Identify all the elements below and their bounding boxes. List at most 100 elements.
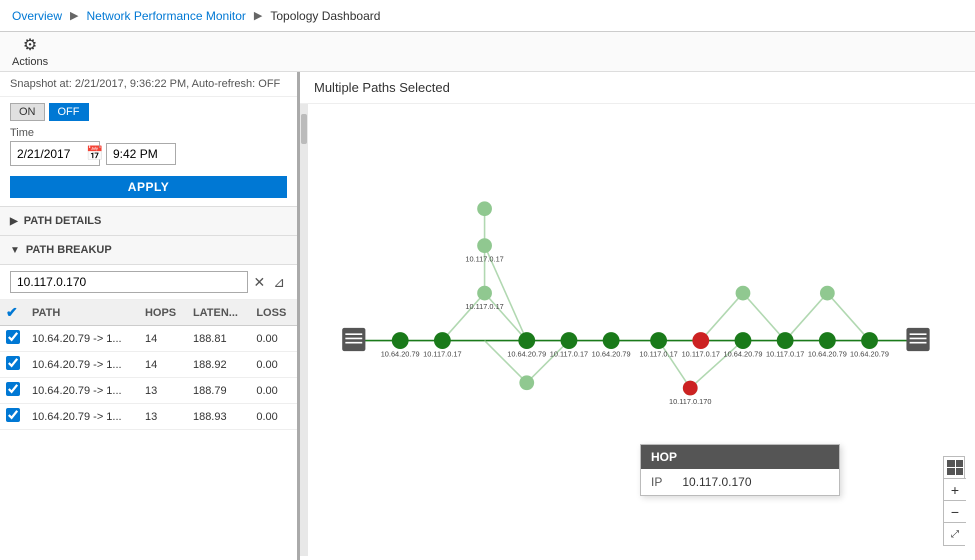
- breadcrumb-sep-1: ▶: [70, 9, 78, 22]
- breadcrumb-sep-2: ▶: [254, 9, 262, 22]
- actions-button[interactable]: ⚙ Actions: [12, 35, 48, 68]
- toggle-on-btn[interactable]: ON: [10, 103, 45, 121]
- svg-text:10.117.0.17: 10.117.0.17: [766, 349, 804, 358]
- row-checkbox[interactable]: [6, 382, 20, 396]
- date-input[interactable]: [17, 147, 82, 161]
- node-branch-6[interactable]: [736, 286, 751, 301]
- node-1[interactable]: [392, 332, 409, 349]
- zoom-in-button[interactable]: +: [944, 479, 966, 501]
- svg-text:10.117.0.170: 10.117.0.170: [669, 397, 712, 406]
- node-branch-7[interactable]: [820, 286, 835, 301]
- path-table: ✔ PATH HOPS LATEN... LOSS 10.64.20.79 ->…: [0, 300, 297, 430]
- node-9[interactable]: [819, 332, 836, 349]
- actions-label: Actions: [12, 56, 48, 68]
- row-checkbox[interactable]: [6, 330, 20, 344]
- node-3[interactable]: [518, 332, 535, 349]
- breadcrumb-topology: Topology Dashboard: [270, 9, 380, 23]
- topology-canvas[interactable]: 10.64.20.79 10.117.0.17 10.117.0.17 10.1…: [300, 104, 975, 556]
- svg-text:10.117.0.17: 10.117.0.17: [639, 349, 677, 358]
- path-details-header[interactable]: ▶ PATH DETAILS: [0, 207, 297, 236]
- hop-label: IP: [651, 475, 662, 489]
- row-path: 10.64.20.79 -> 1...: [26, 352, 139, 378]
- svg-text:10.117.0.17: 10.117.0.17: [550, 349, 588, 358]
- row-check-cell[interactable]: [0, 352, 26, 378]
- node-branch-1[interactable]: [477, 286, 492, 301]
- row-checkbox[interactable]: [6, 408, 20, 422]
- node-8[interactable]: [777, 332, 794, 349]
- path-breakup-header[interactable]: ▼ PATH BREAKUP: [0, 236, 297, 265]
- svg-text:10.117.0.17: 10.117.0.17: [465, 254, 503, 263]
- filter-input[interactable]: [10, 271, 248, 293]
- toggle-row: ON OFF: [0, 97, 297, 123]
- row-check-cell[interactable]: [0, 326, 26, 352]
- actions-icon: ⚙: [23, 35, 37, 55]
- zoom-controls: + − ⤢: [943, 456, 965, 546]
- node-branch-2[interactable]: [477, 238, 492, 253]
- row-loss: 0.00: [250, 352, 297, 378]
- node-red-1[interactable]: [692, 332, 709, 349]
- row-loss: 0.00: [250, 404, 297, 430]
- svg-text:10.117.0.17: 10.117.0.17: [465, 302, 503, 311]
- snapshot-bar: Snapshot at: 2/21/2017, 9:36:22 PM, Auto…: [0, 72, 297, 97]
- filter-funnel-btn[interactable]: ⊿: [271, 272, 287, 293]
- zoom-out-button[interactable]: −: [944, 501, 966, 523]
- svg-text:10.117.0.17: 10.117.0.17: [423, 349, 461, 358]
- col-check: ✔: [0, 300, 26, 326]
- node-4[interactable]: [561, 332, 578, 349]
- time-inputs: 📅: [10, 141, 287, 166]
- filter-clear-btn[interactable]: ✕: [252, 272, 268, 293]
- row-check-cell[interactable]: [0, 404, 26, 430]
- check-all-icon: ✔: [6, 304, 18, 320]
- table-row: 10.64.20.79 -> 1... 13 188.93 0.00: [0, 404, 297, 430]
- col-hops: HOPS: [139, 300, 187, 326]
- path-breakup-arrow: ▼: [10, 245, 20, 256]
- col-latency: LATEN...: [187, 300, 250, 326]
- apply-button[interactable]: APPLY: [10, 176, 287, 198]
- node-6[interactable]: [650, 332, 667, 349]
- node-red-2[interactable]: [683, 381, 698, 396]
- zoom-arrows-button[interactable]: ⤢: [944, 523, 966, 545]
- time-section: Time 📅: [0, 123, 297, 172]
- node-10[interactable]: [861, 332, 878, 349]
- row-check-cell[interactable]: [0, 378, 26, 404]
- node-7[interactable]: [735, 332, 752, 349]
- time-label: Time: [10, 127, 287, 139]
- svg-text:10.64.20.79: 10.64.20.79: [381, 349, 420, 358]
- row-hops: 14: [139, 352, 187, 378]
- row-loss: 0.00: [250, 378, 297, 404]
- toggle-off-btn[interactable]: OFF: [49, 103, 89, 121]
- row-loss: 0.00: [250, 326, 297, 352]
- row-latency: 188.81: [187, 326, 250, 352]
- row-path: 10.64.20.79 -> 1...: [26, 378, 139, 404]
- date-input-wrapper: 📅: [10, 141, 100, 166]
- svg-text:10.64.20.79: 10.64.20.79: [592, 349, 631, 358]
- breadcrumb-npm[interactable]: Network Performance Monitor: [86, 9, 245, 23]
- row-path: 10.64.20.79 -> 1...: [26, 404, 139, 430]
- breadcrumb-overview[interactable]: Overview: [12, 9, 62, 23]
- row-hops: 13: [139, 378, 187, 404]
- path-details-label: PATH DETAILS: [24, 215, 102, 227]
- col-loss: LOSS: [250, 300, 297, 326]
- row-checkbox[interactable]: [6, 356, 20, 370]
- col-path: PATH: [26, 300, 139, 326]
- node-2[interactable]: [434, 332, 451, 349]
- node-5[interactable]: [603, 332, 620, 349]
- panel-title-text: Multiple Paths Selected: [314, 80, 450, 95]
- hop-value: 10.117.0.170: [682, 475, 751, 489]
- path-breakup-label: PATH BREAKUP: [26, 244, 112, 256]
- time-input[interactable]: [106, 143, 176, 165]
- hop-tooltip: HOP IP 10.117.0.170: [640, 444, 840, 496]
- row-latency: 188.79: [187, 378, 250, 404]
- main-layout: Snapshot at: 2/21/2017, 9:36:22 PM, Auto…: [0, 72, 975, 560]
- calendar-icon[interactable]: 📅: [86, 145, 103, 162]
- row-hops: 13: [139, 404, 187, 430]
- node-branch-4[interactable]: [519, 375, 534, 390]
- server-node-left[interactable]: [342, 328, 365, 351]
- row-hops: 14: [139, 326, 187, 352]
- scroll-indicator[interactable]: [300, 104, 308, 556]
- hop-tooltip-body: IP 10.117.0.170: [641, 469, 839, 495]
- panel-title: Multiple Paths Selected: [300, 72, 975, 104]
- server-node-right[interactable]: [906, 328, 929, 351]
- row-latency: 188.93: [187, 404, 250, 430]
- node-branch-3[interactable]: [477, 201, 492, 216]
